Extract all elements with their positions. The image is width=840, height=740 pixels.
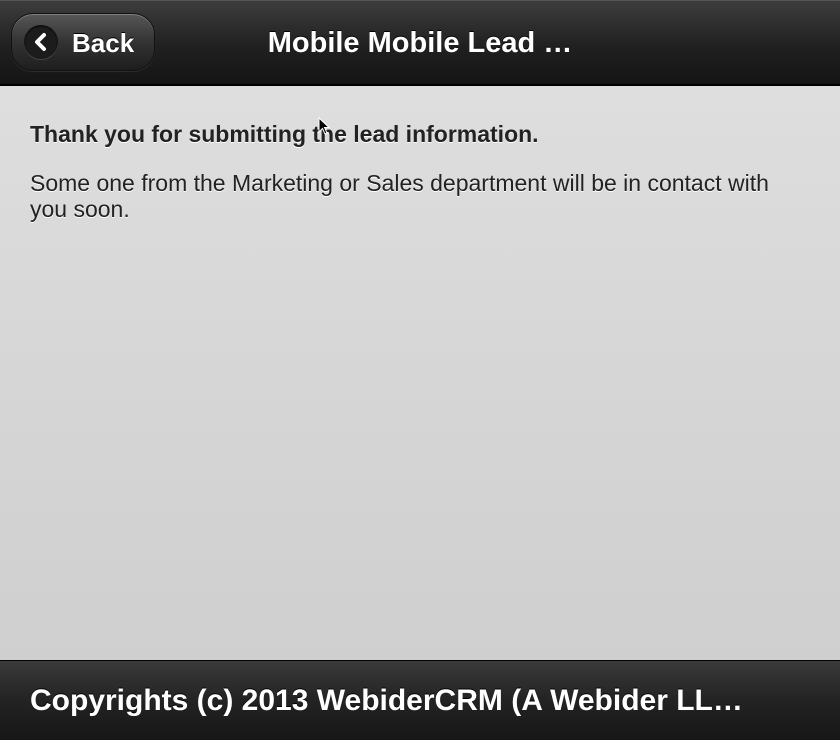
footer-bar: Copyrights (c) 2013 WebiderCRM (A Webide… — [0, 660, 840, 740]
header-bar: Back Mobile Mobile Lead … — [0, 0, 840, 86]
back-button-label: Back — [72, 28, 135, 58]
confirmation-heading: Thank you for submitting the lead inform… — [30, 121, 539, 147]
back-button[interactable]: Back — [11, 13, 155, 71]
chevron-left-icon — [24, 25, 58, 59]
copyright-text: Copyrights (c) 2013 WebiderCRM (A Webide… — [30, 684, 743, 717]
confirmation-message: Some one from the Marketing or Sales dep… — [30, 170, 769, 222]
page-title: Mobile Mobile Lead … — [267, 27, 573, 59]
app-window: Back Mobile Mobile Lead … Thank you for … — [0, 0, 840, 740]
mouse-pointer-icon — [318, 116, 331, 140]
main-content: Thank you for submitting the lead inform… — [0, 86, 840, 660]
